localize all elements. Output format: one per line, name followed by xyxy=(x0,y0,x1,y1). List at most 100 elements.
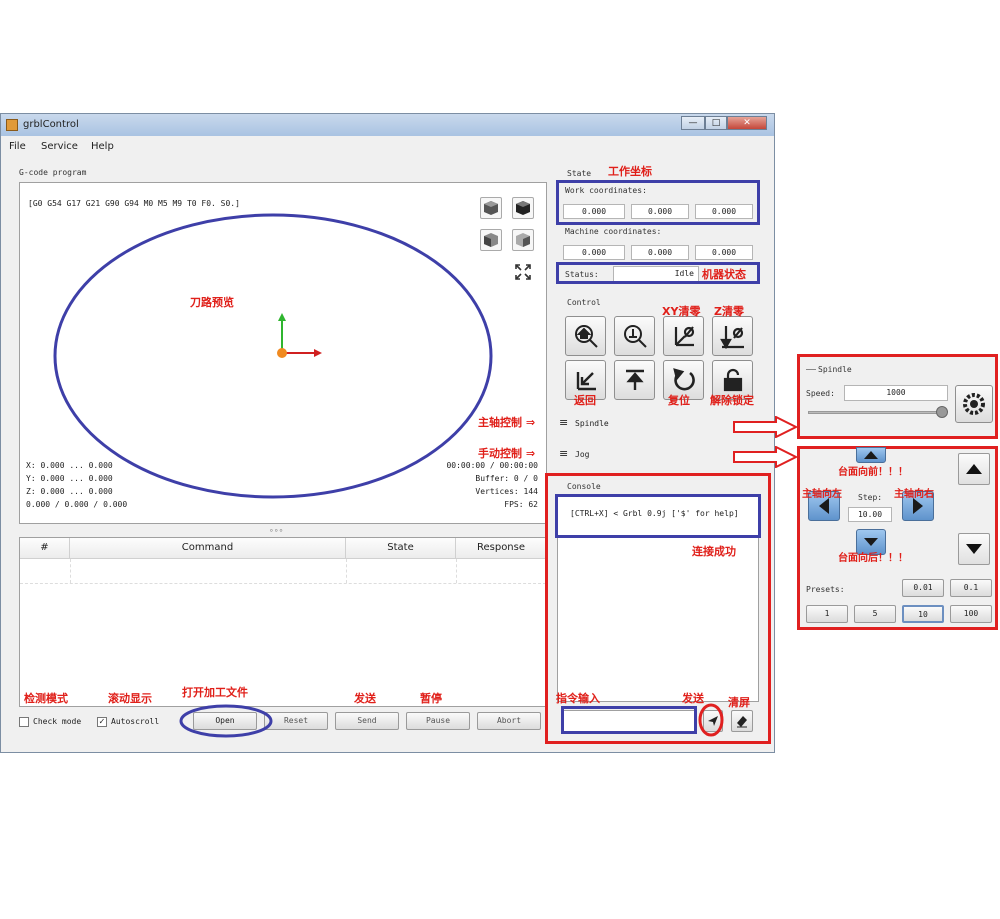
machine-x-field: 0.000 xyxy=(563,245,625,260)
menu-help[interactable]: Help xyxy=(91,141,114,152)
machine-y-field: 0.000 xyxy=(631,245,689,260)
header-state[interactable]: State xyxy=(346,538,456,558)
spindle-toggle-button[interactable] xyxy=(955,385,993,423)
annot-forward: 台面向前！！！ xyxy=(838,467,908,478)
close-button[interactable]: ✕ xyxy=(727,116,767,130)
speed-slider-handle[interactable] xyxy=(936,406,948,418)
arrow-down-icon xyxy=(864,538,878,546)
arrow-to-spindle-icon xyxy=(733,416,798,438)
fit-view-button[interactable] xyxy=(512,261,534,283)
arrow-up-icon xyxy=(864,451,878,459)
state-label: State xyxy=(567,169,592,178)
cell-divider xyxy=(70,559,71,583)
speed-label: Speed: xyxy=(806,389,835,398)
preset-10-button[interactable]: 10 xyxy=(902,605,944,623)
spindle-panel: Spindle Speed: 1000 xyxy=(797,354,998,439)
preset-1-button[interactable]: 1 xyxy=(806,605,848,623)
step-input[interactable]: 10.00 xyxy=(848,507,892,522)
zero-xy-icon xyxy=(674,326,694,347)
annot-right: 主轴向右 xyxy=(894,489,934,500)
arrow-right-icon: ⇒ xyxy=(525,416,536,429)
zero-z-button[interactable] xyxy=(712,316,753,356)
annot-send: 发送 xyxy=(354,692,376,705)
autoscroll-label: Autoscroll xyxy=(111,717,160,726)
jog-z-down-button[interactable] xyxy=(958,533,990,565)
header-command[interactable]: Command xyxy=(70,538,346,558)
annot-xy-zero: XY清零 xyxy=(662,305,701,318)
menu-bar: File Service Help xyxy=(1,138,774,156)
reset-icon xyxy=(672,368,695,391)
zprobe-button[interactable] xyxy=(614,316,655,356)
preset-0-1-button[interactable]: 0.1 xyxy=(950,579,992,597)
gear-icon xyxy=(963,393,985,415)
annot-z-zero: Z清零 xyxy=(714,305,744,318)
work-coords-highlight xyxy=(556,180,760,225)
annot-cmd-input: 指令输入 xyxy=(556,692,600,705)
jog-forward-button[interactable] xyxy=(856,447,886,463)
zero-xy-button[interactable] xyxy=(663,316,704,356)
cell-divider xyxy=(346,559,347,583)
jog-expander-label: Jog xyxy=(575,450,590,459)
title-bar: grblControl — □ ✕ xyxy=(1,114,774,136)
annot-open-file: 打开加工文件 xyxy=(182,686,248,699)
annot-path-preview: 刀路预览 xyxy=(190,296,234,309)
annot-machine-state: 机器状态 xyxy=(702,268,746,281)
speed-slider-track[interactable] xyxy=(808,411,946,414)
check-mode-checkbox[interactable] xyxy=(19,717,29,727)
cmd-input-highlight xyxy=(561,706,697,734)
header-response[interactable]: Response xyxy=(456,538,546,558)
return-arrow-icon xyxy=(576,372,596,391)
pause-button[interactable]: Pause xyxy=(406,712,470,730)
maximize-button[interactable]: □ xyxy=(705,116,727,130)
preset-5-button[interactable]: 5 xyxy=(854,605,896,623)
arrow-right-icon xyxy=(913,498,923,514)
table-header: # Command State Response xyxy=(20,538,546,559)
safe-position-button[interactable] xyxy=(614,360,655,400)
group-line xyxy=(806,369,816,370)
annot-return: 返回 xyxy=(574,394,596,407)
header-index[interactable]: # xyxy=(20,538,70,558)
jog-panel: Step: 10.00 Presets: 0.01 0.1 1 5 10 100… xyxy=(797,446,998,630)
speed-input[interactable]: 1000 xyxy=(844,385,948,401)
menu-lines-icon: ≡ xyxy=(559,447,569,460)
menu-service[interactable]: Service xyxy=(41,141,78,152)
splitter-handle[interactable]: ∘∘∘ xyxy=(269,526,283,535)
autoscroll-checkbox[interactable]: ✓ xyxy=(97,717,107,727)
send-button[interactable]: Send xyxy=(335,712,399,730)
preset-100-button[interactable]: 100 xyxy=(950,605,992,623)
presets-label: Presets: xyxy=(806,585,845,594)
minimize-button[interactable]: — xyxy=(681,116,705,130)
annot-jog-text: 手动控制 xyxy=(478,447,522,460)
annot-backward: 台面向后！！！ xyxy=(838,553,908,564)
preview-ellipse xyxy=(53,213,493,499)
annot-autoscroll: 滚动显示 xyxy=(108,692,152,705)
preset-0-01-button[interactable]: 0.01 xyxy=(902,579,944,597)
spindle-expander-label: Spindle xyxy=(575,419,609,428)
view-top-button[interactable] xyxy=(512,197,534,219)
program-table[interactable]: # Command State Response xyxy=(19,537,547,707)
cell-divider xyxy=(456,559,457,583)
probe-search-icon xyxy=(623,325,647,348)
step-label: Step: xyxy=(858,493,883,502)
check-mode-label: Check mode xyxy=(33,717,82,726)
table-row[interactable] xyxy=(20,559,546,584)
menu-file[interactable]: File xyxy=(9,141,26,152)
annot-jog-control: 手动控制 ⇒ xyxy=(478,445,535,461)
machine-coords-label: Machine coordinates: xyxy=(565,227,662,236)
home-search-icon xyxy=(574,325,598,348)
cube-icon xyxy=(516,201,530,215)
cube-icon xyxy=(516,233,530,247)
view-left-button[interactable] xyxy=(512,229,534,251)
annot-clear: 清屏 xyxy=(728,696,750,709)
annot-spindle-control: 主轴控制 ⇒ xyxy=(478,414,535,430)
gcode-program-label: G-code program xyxy=(19,168,87,177)
jog-z-up-button[interactable] xyxy=(958,453,990,485)
arrow-right-icon: ⇒ xyxy=(525,447,536,460)
app-icon xyxy=(6,119,18,131)
home-button[interactable] xyxy=(565,316,606,356)
arrow-up-bar-icon xyxy=(625,369,644,390)
open-button-highlight xyxy=(179,704,273,738)
abort-button[interactable]: Abort xyxy=(477,712,541,730)
machine-z-field: 0.000 xyxy=(695,245,753,260)
window-title: grblControl xyxy=(23,119,79,130)
